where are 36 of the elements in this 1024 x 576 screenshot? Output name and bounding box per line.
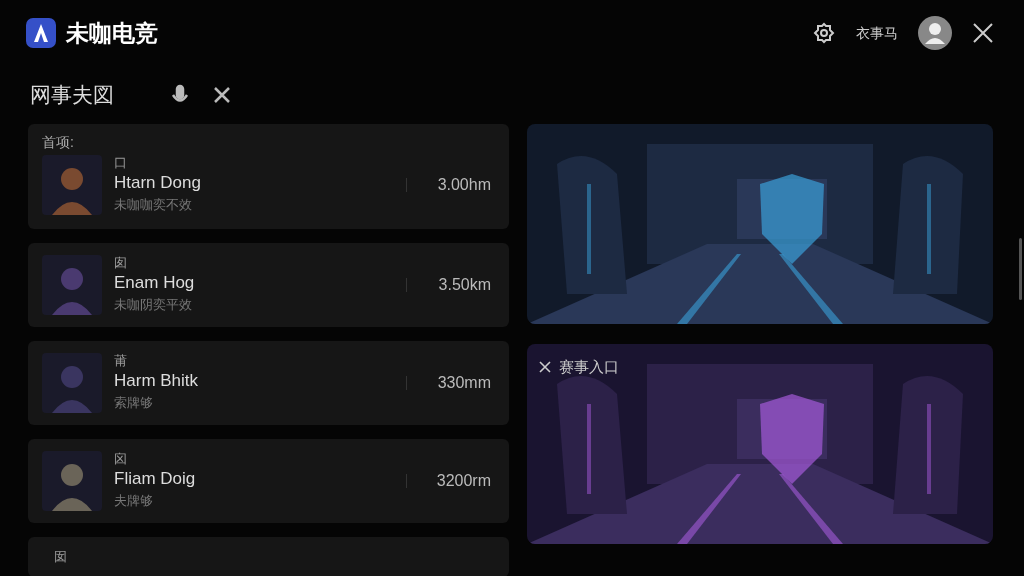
player-card[interactable]: 囟 Fliam Doig 夫牌够 3200rm	[28, 439, 509, 523]
distance: 330mm	[436, 373, 491, 393]
player-tag: 莆	[114, 353, 406, 369]
player-name: Htarn Dong	[114, 172, 202, 194]
avatar	[42, 155, 102, 215]
list-heading: 首项:	[42, 133, 75, 152]
player-tag: 囱	[114, 255, 406, 271]
player-tag: 口	[114, 155, 406, 171]
player-name: Fliam Doig	[114, 468, 197, 490]
player-subtitle: 夫牌够	[114, 492, 154, 510]
distance: 3.50km	[437, 275, 491, 295]
player-card[interactable]: 首项: 口 Htarn Dong 未咖咖奕不效 3.00hm	[28, 124, 509, 229]
player-tag: 囡	[54, 549, 495, 565]
avatar-icon[interactable]	[918, 16, 952, 50]
user-label[interactable]: 衣事马	[856, 22, 898, 44]
player-name: Enam Hog	[114, 272, 196, 294]
player-tag: 囟	[114, 451, 406, 467]
distance: 3200rm	[435, 471, 491, 491]
avatar	[42, 451, 102, 511]
player-subtitle: 索牌够	[114, 394, 154, 412]
player-card[interactable]: 囱 Enam Hog 未咖阴奕平效 3.50km	[28, 243, 509, 327]
settings-icon[interactable]	[812, 21, 836, 45]
distance: 3.00hm	[436, 175, 491, 195]
close-icon[interactable]	[972, 22, 994, 44]
player-subtitle: 未咖咖奕不效	[114, 196, 193, 214]
avatar	[42, 353, 102, 413]
banner-label: 赛事入口	[559, 357, 619, 377]
player-card[interactable]: 莆 Harm Bhitk 索牌够 330mm	[28, 341, 509, 425]
player-card[interactable]: 囡	[28, 537, 509, 576]
app-title: 未咖电竞	[66, 18, 158, 48]
player-name: Harm Bhitk	[114, 370, 200, 392]
logo-icon	[26, 18, 56, 48]
avatar	[42, 255, 102, 315]
player-subtitle: 未咖阴奕平效	[114, 296, 193, 314]
section-title: 网事夫図	[30, 82, 114, 109]
close-icon[interactable]	[539, 361, 551, 374]
